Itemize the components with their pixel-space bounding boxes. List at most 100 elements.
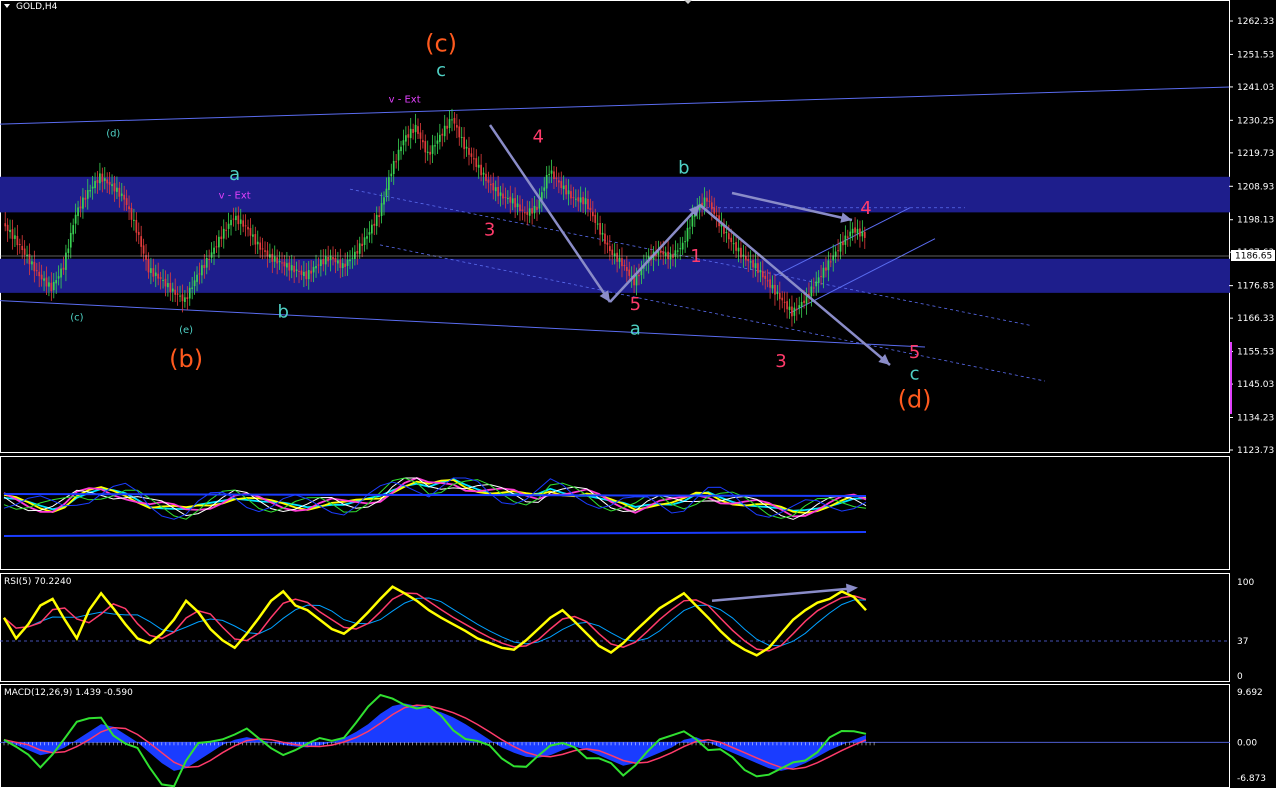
- candle-body: [45, 277, 48, 287]
- candle-body: [14, 235, 16, 239]
- candle-body: [157, 273, 160, 279]
- candle-body: [135, 219, 138, 233]
- candle-body: [230, 219, 232, 226]
- candle-body: [604, 233, 606, 244]
- wave-label-10: 4: [532, 127, 543, 148]
- candle-body: [737, 247, 740, 252]
- candle-body: [298, 270, 300, 273]
- candle-body: [441, 133, 444, 136]
- candle-body: [324, 256, 327, 265]
- candle-body: [327, 256, 330, 262]
- candle-body: [79, 206, 82, 209]
- candle-body: [125, 198, 128, 205]
- candle-body: [667, 251, 669, 260]
- candle-body: [859, 228, 861, 237]
- candle-body: [735, 242, 737, 251]
- candle-body: [400, 146, 402, 152]
- candle-body: [48, 282, 50, 287]
- candle-body: [184, 297, 186, 302]
- candle-body: [414, 124, 417, 133]
- candle-body: [494, 187, 497, 192]
- candle-body: [84, 197, 87, 200]
- candle-body: [33, 261, 36, 272]
- candle-body: [351, 257, 354, 259]
- candle-body: [618, 257, 621, 262]
- candle-body: [684, 241, 686, 243]
- candle-body: [774, 284, 776, 295]
- candle-body: [460, 136, 463, 139]
- candle-body: [52, 281, 55, 291]
- wave-label-1: c: [436, 60, 446, 81]
- candle-body: [341, 263, 344, 269]
- candle-body: [72, 225, 75, 235]
- candle-body: [812, 287, 815, 289]
- zone-band-0: [0, 176, 1230, 213]
- candle-body: [443, 125, 446, 137]
- candle-body: [570, 191, 572, 199]
- candle-body: [747, 258, 750, 262]
- candle-body: [761, 271, 764, 278]
- candle-body: [283, 261, 286, 267]
- candle-body: [191, 287, 194, 289]
- candle-body: [475, 158, 478, 167]
- candle-body: [11, 229, 14, 239]
- candle-body: [9, 229, 11, 233]
- candle-body: [237, 215, 240, 225]
- candle-body: [169, 283, 172, 293]
- macd-tick-label-0: 9.692: [1237, 688, 1263, 698]
- candle-body: [752, 260, 754, 268]
- candle-body: [276, 257, 279, 264]
- candle-body: [290, 265, 293, 271]
- price-tick-label-1: 1251.53: [1237, 50, 1274, 60]
- candle-body: [106, 179, 109, 184]
- candle-body: [186, 297, 189, 300]
- candle-body: [523, 212, 526, 214]
- candle-body: [28, 254, 31, 265]
- candle-body: [407, 134, 410, 138]
- candle-body: [587, 199, 589, 210]
- candle-body: [676, 250, 679, 252]
- candle-body: [247, 226, 249, 230]
- candle-body: [757, 263, 759, 273]
- wave-label-17: 4: [860, 198, 871, 219]
- candle-body: [550, 170, 553, 174]
- candle-body: [388, 177, 390, 191]
- candle-body: [456, 125, 458, 128]
- scroll-bar-marker[interactable]: [1230, 342, 1232, 414]
- rsi-title: RSI(5) 70.2240: [4, 577, 72, 587]
- candle-body: [446, 125, 448, 129]
- candle-body: [60, 268, 62, 278]
- wave-label-15: 1: [690, 246, 701, 267]
- wave-label-12: b: [678, 158, 689, 179]
- candle-body: [659, 250, 662, 253]
- wave-label-4: v - Ext: [219, 190, 251, 201]
- candle-body: [65, 252, 67, 270]
- candle-body: [839, 241, 842, 252]
- candle-body: [159, 277, 162, 279]
- candle-body: [300, 270, 303, 275]
- candle-body: [533, 205, 536, 214]
- candle-body: [825, 267, 827, 271]
- candle-body: [213, 247, 215, 254]
- candle-body: [210, 252, 213, 258]
- candle-body: [783, 301, 786, 303]
- candle-body: [502, 193, 504, 199]
- candle-body: [312, 266, 315, 273]
- candle-body: [574, 198, 577, 200]
- candle-body: [101, 173, 104, 182]
- candle-body: [766, 280, 769, 282]
- candle-body: [759, 270, 762, 273]
- candle-body: [545, 175, 548, 189]
- candle-body: [232, 218, 235, 220]
- candle-body: [470, 153, 473, 157]
- candle-body: [99, 173, 101, 184]
- trading-chart[interactable]: (c)c(d)av - Extv - Ext(c)(e)(b)b43b5a134…: [0, 0, 1276, 788]
- candle-body: [744, 255, 747, 261]
- candle-body: [252, 234, 254, 237]
- candle-body: [273, 256, 276, 262]
- candle-body: [606, 242, 609, 245]
- symbol-title: GOLD,H4: [16, 2, 58, 12]
- wave-label-2: (d): [106, 129, 120, 140]
- candle-body: [480, 164, 482, 176]
- candle-body: [40, 274, 43, 280]
